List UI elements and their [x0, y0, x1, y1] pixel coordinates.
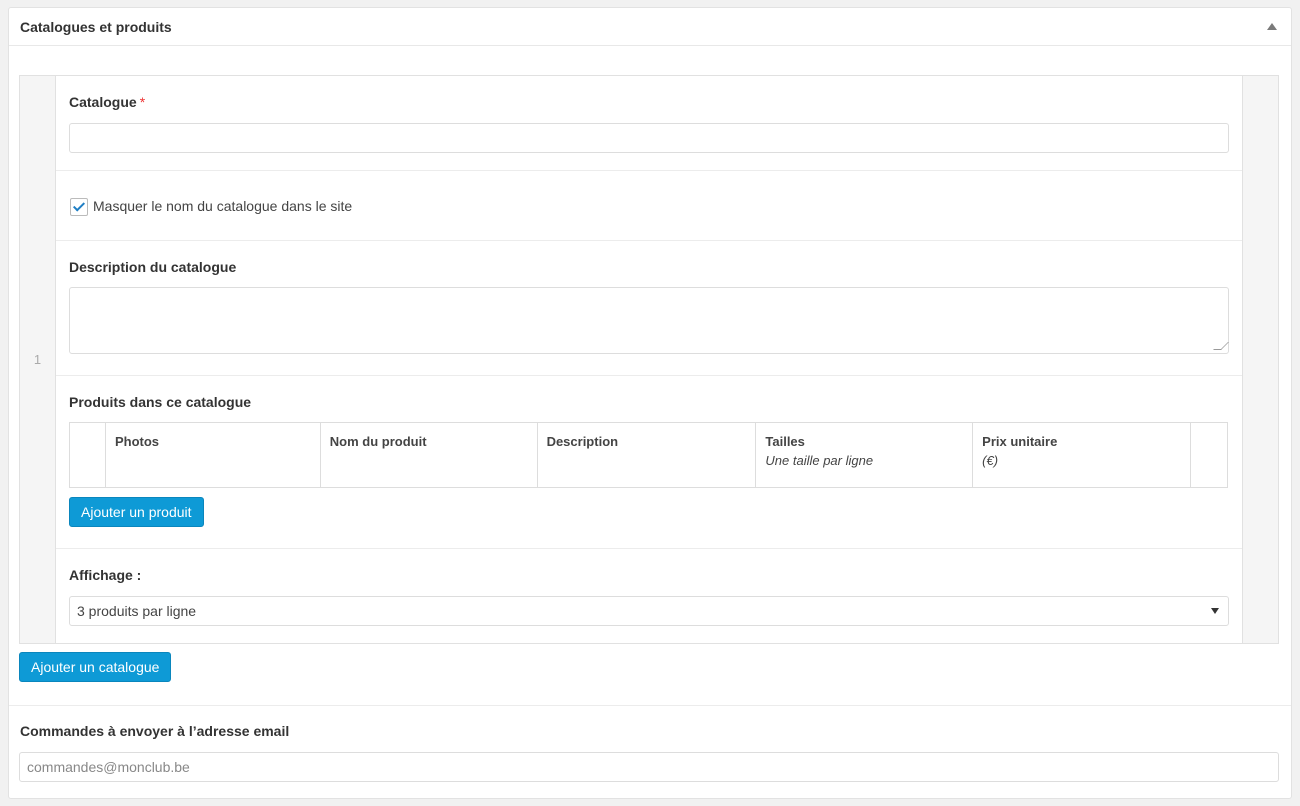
- description-label: Description du catalogue: [69, 259, 237, 275]
- checkmark-icon: [72, 199, 86, 212]
- display-label: Affichage :: [69, 567, 142, 583]
- hide-name-label[interactable]: Masquer le nom du catalogue dans le site: [93, 198, 352, 214]
- collapse-triangle-icon[interactable]: [1267, 23, 1277, 30]
- drag-column-header: [70, 423, 106, 488]
- catalogue-field: Catalogue *: [56, 76, 1242, 171]
- email-input[interactable]: commandes@monclub.be: [19, 752, 1279, 782]
- col-description: Description: [536, 422, 756, 488]
- catalogue-label: Catalogue *: [69, 94, 146, 110]
- products-table: Photos Nom du produit Description Taille…: [69, 422, 1228, 488]
- description-textarea[interactable]: [69, 287, 1229, 354]
- row-actions-column[interactable]: [1242, 76, 1278, 643]
- display-select[interactable]: 3 produits par ligne: [69, 596, 1229, 626]
- hide-name-field: Masquer le nom du catalogue dans le site: [56, 171, 1242, 241]
- row-index: 1: [33, 352, 42, 367]
- email-placeholder: commandes@monclub.be: [27, 759, 190, 775]
- col-product-name: Nom du produit: [319, 422, 538, 488]
- products-label: Produits dans ce catalogue: [69, 394, 252, 410]
- add-product-button[interactable]: Ajouter un produit: [69, 497, 204, 527]
- description-field: Description du catalogue: [56, 241, 1242, 376]
- resize-grip-icon[interactable]: [1213, 342, 1229, 350]
- panel-title: Catalogues et produits: [20, 18, 172, 35]
- email-label: Commandes à envoyer à l’adresse email: [20, 723, 290, 739]
- required-asterisk: *: [139, 94, 146, 110]
- col-photos: Photos: [104, 422, 321, 488]
- display-field: Affichage : 3 produits par ligne: [56, 549, 1242, 643]
- col-sizes: Tailles Une taille par ligne: [755, 422, 973, 488]
- col-unit-price-hint: (€): [982, 453, 999, 468]
- section-divider: [9, 705, 1291, 706]
- display-select-value: 3 produits par ligne: [77, 603, 197, 619]
- catalogue-input[interactable]: [69, 123, 1229, 153]
- panel-header[interactable]: Catalogues et produits: [9, 8, 1291, 46]
- add-catalogue-button[interactable]: Ajouter un catalogue: [19, 652, 172, 682]
- actions-column-header: [1189, 422, 1228, 488]
- catalogues-panel: Catalogues et produits 1 Catalogue * Masq…: [8, 7, 1292, 799]
- catalogue-row: Catalogue * Masquer le nom du catalogue d…: [56, 76, 1242, 643]
- row-index-handle[interactable]: 1: [20, 76, 56, 643]
- caret-down-icon: [1211, 608, 1219, 614]
- products-header-row: Photos Nom du produit Description Taille…: [70, 422, 1228, 488]
- hide-name-checkbox[interactable]: [70, 198, 88, 216]
- col-unit-price: Prix unitaire (€): [972, 422, 1191, 488]
- col-sizes-hint: Une taille par ligne: [765, 453, 874, 468]
- catalogue-repeater: 1 Catalogue * Masquer le nom du catalogue…: [19, 75, 1279, 644]
